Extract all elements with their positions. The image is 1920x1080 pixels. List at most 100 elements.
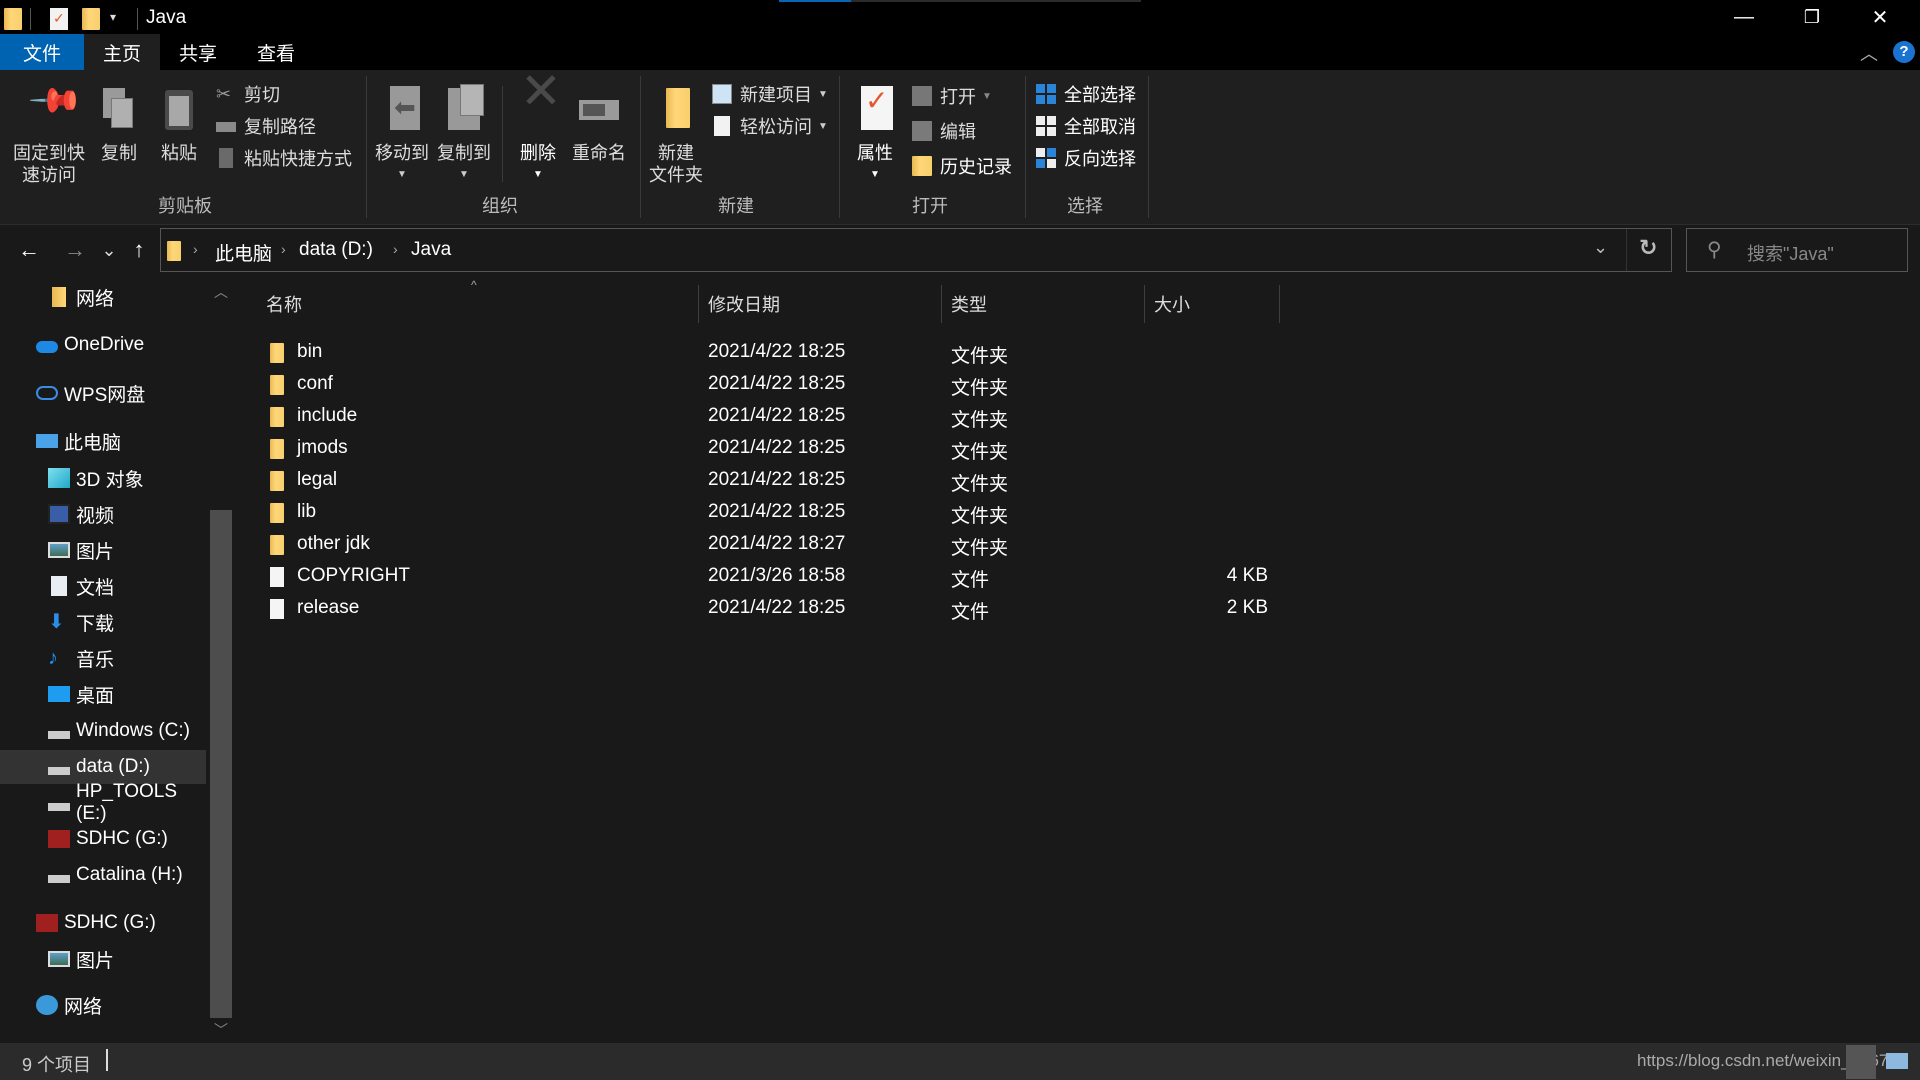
sidebar-item[interactable]: HP_TOOLS (E:) (0, 781, 206, 824)
breadcrumb-java[interactable]: Java (411, 239, 451, 261)
column-divider[interactable] (1279, 285, 1280, 323)
breadcrumb-data-d[interactable]: data (D:) (299, 239, 373, 261)
paste-button[interactable]: 粘贴 (154, 86, 204, 164)
sidebar-item[interactable]: 网络 (0, 280, 206, 314)
file-row[interactable]: jmods 2021/4/22 18:25 文件夹 (240, 433, 1340, 465)
file-type: 文件夹 (951, 506, 1009, 527)
sidebar-item[interactable]: 文档 (0, 569, 206, 603)
file-row[interactable]: lib 2021/4/22 18:25 文件夹 (240, 497, 1340, 529)
back-button[interactable]: ← (14, 232, 44, 268)
tab-view[interactable]: 查看 (236, 34, 316, 70)
address-dropdown-icon[interactable]: ⌄ (1593, 237, 1608, 258)
new-folder-quick-access-icon[interactable] (82, 8, 100, 30)
open-button[interactable]: 打开 ▼ (912, 82, 992, 110)
select-all-button[interactable]: 全部选择 (1036, 80, 1136, 108)
scroll-down-icon[interactable]: ﹀ (214, 1020, 228, 1040)
column-divider[interactable] (941, 285, 942, 323)
column-header-type[interactable]: 类型 (951, 285, 1141, 323)
new-group-label: 新建 (718, 196, 754, 216)
move-to-label: 移动到 (375, 143, 429, 163)
minimize-button[interactable]: — (1710, 0, 1778, 34)
scroll-up-icon[interactable]: ︿ (214, 282, 228, 302)
tab-share[interactable]: 共享 (160, 34, 236, 70)
rename-button[interactable]: 重命名 (568, 86, 630, 164)
pin-label-1: 固定到快 (13, 143, 85, 163)
onedrive-cloud-icon (36, 341, 58, 353)
sidebar-item[interactable]: SDHC (G:) (0, 822, 206, 856)
file-row[interactable]: release 2021/4/22 18:25 文件 2 KB (240, 593, 1340, 625)
sidebar-item[interactable]: 此电脑 (0, 424, 206, 458)
copy-button[interactable]: 复制 (94, 86, 144, 164)
file-type: 文件夹 (951, 442, 1009, 463)
pin-label-2: 速访问 (22, 165, 76, 185)
move-to-button[interactable]: ⬅ 移动到 ▼ (372, 86, 432, 186)
refresh-icon[interactable]: ↻ (1639, 235, 1657, 261)
copy-to-button[interactable]: 复制到 ▼ (434, 84, 494, 186)
file-row[interactable]: conf 2021/4/22 18:25 文件夹 (240, 369, 1340, 401)
sidebar-item[interactable]: Catalina (H:) (0, 858, 206, 892)
forward-button[interactable]: → (60, 232, 90, 268)
paste-shortcut-button[interactable]: 粘贴快捷方式 (216, 144, 352, 172)
sidebar-item[interactable]: OneDrive (0, 328, 206, 362)
column-header-modified[interactable]: 修改日期 (708, 285, 938, 323)
properties-quick-access-icon[interactable]: ✓ (50, 8, 68, 30)
recent-locations-button[interactable]: ⌄ (98, 232, 120, 268)
sidebar-item[interactable]: Windows (C:) (0, 714, 206, 748)
cut-button[interactable]: ✂ 剪切 (216, 80, 280, 108)
sidebar-item[interactable]: SDHC (G:) (0, 906, 206, 940)
select-none-button[interactable]: 全部取消 (1036, 112, 1136, 140)
delete-x-icon: ✕ (520, 63, 562, 119)
this-pc-icon (36, 434, 58, 448)
search-input[interactable]: ⚲ 搜索"Java" (1686, 228, 1908, 272)
customize-quick-access-icon[interactable]: ▾ (110, 10, 116, 24)
sd-card-icon (36, 914, 58, 932)
tab-file[interactable]: 文件 (0, 34, 84, 70)
file-row[interactable]: other jdk 2021/4/22 18:27 文件夹 (240, 529, 1340, 561)
breadcrumb-this-pc[interactable]: 此电脑 (215, 239, 272, 266)
address-bar[interactable]: › 此电脑 › data (D:) › Java ⌄ ↻ (160, 228, 1672, 272)
tab-home[interactable]: 主页 (84, 34, 160, 70)
column-divider[interactable] (698, 285, 699, 323)
column-header-name[interactable]: 名称 (266, 285, 696, 323)
help-icon[interactable]: ? (1893, 41, 1915, 63)
sidebar-item[interactable]: 图片 (0, 533, 206, 567)
details-view-button[interactable] (1846, 1045, 1876, 1079)
column-divider[interactable] (1144, 285, 1145, 323)
sidebar-item[interactable]: 视频 (0, 497, 206, 531)
music-icon: ♪ (48, 647, 58, 669)
copy-path-button[interactable]: 复制路径 (216, 112, 316, 140)
delete-button[interactable]: ✕ 删除 ▼ (512, 63, 564, 186)
sidebar-item[interactable]: ⬇ 下载 (0, 605, 206, 639)
sidebar-item[interactable]: 图片 (0, 942, 206, 976)
sidebar-item[interactable]: WPS网盘 (0, 376, 206, 410)
large-icons-view-button[interactable] (1886, 1053, 1908, 1069)
scissors-icon: ✂ (216, 84, 232, 104)
sidebar-item[interactable]: ♪ 音乐 (0, 641, 206, 675)
invert-selection-button[interactable]: 反向选择 (1036, 144, 1136, 172)
file-row[interactable]: include 2021/4/22 18:25 文件夹 (240, 401, 1340, 433)
sidebar-item[interactable]: data (D:) (0, 750, 206, 784)
properties-button[interactable]: ✓ 属性 ▼ (846, 86, 904, 186)
column-header-size[interactable]: 大小 (1154, 285, 1274, 323)
sidebar-item[interactable]: 网络 (0, 988, 206, 1022)
sidebar-item[interactable]: 3D 对象 (0, 461, 206, 495)
copy-path-label: 复制路径 (244, 117, 316, 137)
file-size: 2 KB (1226, 597, 1268, 618)
up-button[interactable]: ↑ (126, 232, 152, 268)
new-folder-button[interactable]: 新建 文件夹 (646, 86, 706, 186)
restore-button[interactable]: ❐ (1778, 0, 1846, 34)
pin-to-quick-access-button[interactable]: 📌 固定到快 速访问 (8, 73, 90, 186)
easy-access-button[interactable]: 轻松访问 ▼ (712, 112, 828, 140)
history-button[interactable]: 历史记录 (912, 152, 1012, 180)
collapse-ribbon-icon[interactable]: ︿ (1860, 40, 1878, 66)
new-item-button[interactable]: 新建项目 ▼ (712, 80, 828, 108)
file-row[interactable]: COPYRIGHT 2021/3/26 18:58 文件 4 KB (240, 561, 1340, 593)
file-modified: 2021/4/22 18:25 (708, 405, 846, 426)
edit-button[interactable]: 编辑 (912, 117, 976, 145)
file-row[interactable]: legal 2021/4/22 18:25 文件夹 (240, 465, 1340, 497)
sidebar-item[interactable]: 桌面 (0, 677, 206, 711)
move-to-icon: ⬅ (380, 86, 424, 136)
close-button[interactable]: ✕ (1846, 0, 1914, 34)
file-row[interactable]: bin 2021/4/22 18:25 文件夹 (240, 337, 1340, 369)
sidebar-scrollbar-thumb[interactable] (210, 510, 232, 1018)
